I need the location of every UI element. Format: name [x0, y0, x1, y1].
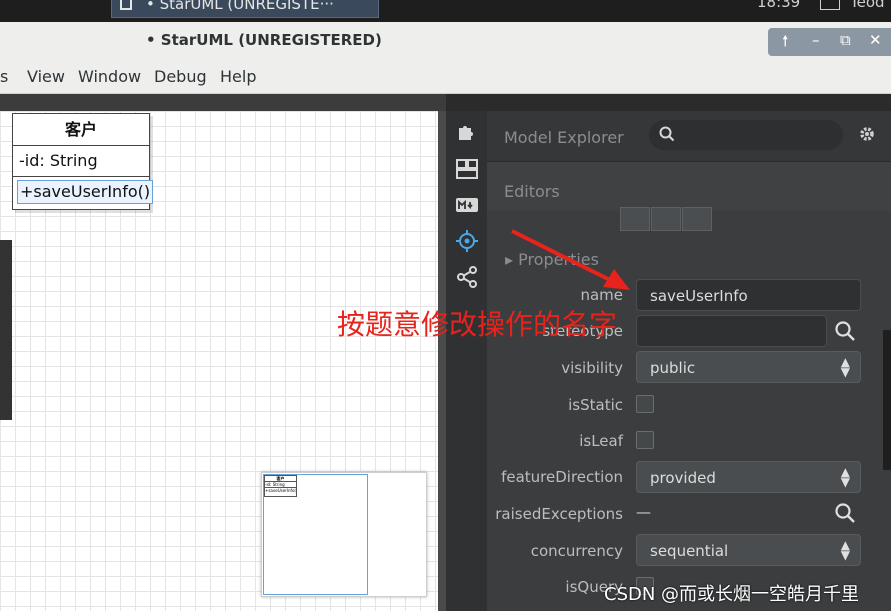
- concurrency-select[interactable]: sequential ▲ ▼: [636, 534, 861, 566]
- minimize-icon[interactable]: –: [812, 31, 820, 49]
- select-arrows-icon: ▲ ▼: [840, 355, 850, 379]
- arrow-up-icon[interactable]: 🠕: [782, 31, 788, 56]
- properties-label: Properties: [518, 250, 599, 269]
- menu-item-view[interactable]: View: [27, 67, 65, 86]
- concurrency-value: sequential: [650, 542, 729, 560]
- list-view-button[interactable]: [620, 207, 650, 231]
- share-icon: [456, 266, 477, 288]
- gear-icon[interactable]: [858, 125, 876, 143]
- editors-label[interactable]: Editors: [504, 182, 560, 201]
- featuredirection-select[interactable]: provided ▲ ▼: [636, 461, 861, 493]
- editors-header: Editors: [487, 161, 891, 211]
- keyboard-icon[interactable]: [820, 0, 840, 10]
- taskbar-app-label: • StarUML (UNREGISTE···: [146, 0, 334, 13]
- menu-item-window[interactable]: Window: [78, 67, 141, 86]
- raisedexceptions-value: —: [636, 503, 651, 521]
- system-taskbar: • StarUML (UNREGISTE··· 18:39 Teod: [0, 0, 891, 22]
- model-explorer-header: Model Explorer: [487, 111, 891, 161]
- canvas-splitter[interactable]: [438, 111, 446, 611]
- model-explorer-label[interactable]: Model Explorer: [504, 128, 624, 147]
- window-icon: [120, 0, 132, 10]
- isstatic-checkbox[interactable]: [636, 395, 654, 413]
- minimap[interactable]: 客户 -id: String +saveUserInfo(): [261, 472, 427, 597]
- class-name[interactable]: 客户: [13, 114, 149, 146]
- clock: 18:39: [757, 0, 801, 11]
- isleaf-label: isLeaf: [579, 432, 623, 450]
- taskbar-app-button[interactable]: • StarUML (UNREGISTE···: [111, 0, 379, 18]
- annotation-text: 按题意修改操作的名字: [337, 308, 618, 341]
- raisedexceptions-search-icon[interactable]: [834, 502, 856, 524]
- menu-item-debug[interactable]: Debug: [154, 67, 207, 86]
- crosshair-icon: [455, 230, 478, 252]
- puzzle-icon: [458, 126, 473, 140]
- window-titlebar: • StarUML (UNREGISTERED) 🠕 – ⧉ ✕: [0, 22, 891, 60]
- minimap-class: 客户 -id: String +saveUserInfo(): [264, 475, 297, 497]
- model-search-input[interactable]: [649, 120, 843, 150]
- visibility-value: public: [650, 359, 696, 377]
- visibility-select[interactable]: public ▲ ▼: [636, 351, 861, 383]
- navigator-tool[interactable]: [446, 224, 487, 258]
- diagram-tab-strip: [0, 94, 446, 111]
- raisedexceptions-label: raisedExceptions: [495, 505, 623, 523]
- stereotype-input[interactable]: [636, 315, 827, 347]
- side-toolbar: [446, 111, 487, 611]
- visibility-label: visibility: [561, 359, 623, 377]
- panel-scrollbar[interactable]: [883, 330, 891, 470]
- left-scrollbar[interactable]: [0, 240, 12, 420]
- share-tool[interactable]: [446, 260, 487, 294]
- class-operation[interactable]: +saveUserInfo(): [17, 180, 154, 204]
- columns-view-button[interactable]: [651, 207, 681, 231]
- class-attribute[interactable]: -id: String: [13, 146, 149, 177]
- restore-icon[interactable]: ⧉: [840, 31, 851, 49]
- markdown-tool[interactable]: [446, 188, 487, 222]
- select-arrows-icon: ▲ ▼: [840, 538, 850, 562]
- close-icon[interactable]: ✕: [869, 31, 882, 49]
- window-title: • StarUML (UNREGISTERED): [146, 31, 382, 49]
- name-label: name: [580, 286, 623, 304]
- toolbox-tool[interactable]: [446, 152, 487, 186]
- isleaf-checkbox[interactable]: [636, 431, 654, 449]
- concurrency-label: concurrency: [530, 542, 623, 560]
- markdown-icon: [455, 198, 478, 212]
- menu-item-help[interactable]: Help: [220, 67, 256, 86]
- search-icon: [659, 126, 675, 142]
- window-controls: 🠕 – ⧉ ✕: [768, 28, 891, 56]
- properties-header[interactable]: ▸ Properties: [505, 250, 599, 269]
- name-input[interactable]: saveUserInfo: [636, 279, 861, 311]
- menubar: s View Window Debug Help: [0, 60, 891, 94]
- select-arrows-icon: ▲ ▼: [840, 465, 850, 489]
- grid-view-button[interactable]: [682, 207, 712, 231]
- extensions-tool[interactable]: [446, 115, 487, 149]
- uml-class[interactable]: 客户 -id: String +saveUserInfo(): [12, 113, 154, 210]
- editor-view-buttons: [620, 207, 716, 231]
- featuredirection-value: provided: [650, 469, 716, 487]
- featuredirection-label: featureDirection: [501, 468, 623, 486]
- minimap-class-operation: +saveUserInfo(): [265, 488, 297, 493]
- isstatic-label: isStatic: [568, 396, 623, 414]
- user-label[interactable]: Teod: [850, 0, 885, 11]
- stereotype-search-icon[interactable]: [834, 320, 856, 342]
- watermark: CSDN @而或长烟一空皓月千里: [604, 584, 860, 605]
- menu-item-tools[interactable]: s: [0, 67, 8, 86]
- layout-grid-icon: [455, 159, 478, 179]
